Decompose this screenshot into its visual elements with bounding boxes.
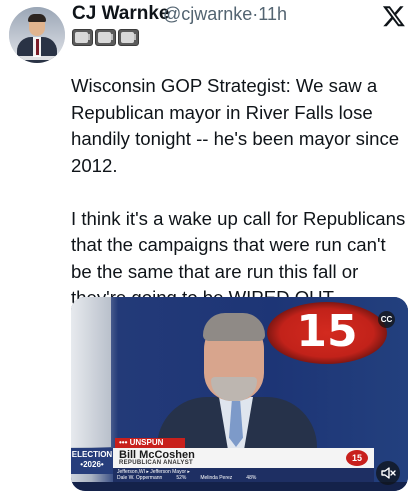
tv-icon <box>95 29 116 46</box>
election-badge: ELECTION •2026• <box>71 448 113 474</box>
author-avatar[interactable] <box>9 7 65 63</box>
chyron-tag: ••• UNSPUN <box>115 438 185 448</box>
post-text: Wisconsin GOP Strategist: We saw a Repub… <box>71 75 406 308</box>
speaker-mute-icon[interactable] <box>376 461 400 485</box>
author-handle[interactable]: @cjwarnke <box>163 4 252 24</box>
emoji-row <box>72 29 139 46</box>
post-time[interactable]: 11h <box>258 4 287 24</box>
results-ticker: Jefferson,WI ▸ Jefferson Mayor ▸ Dale W.… <box>113 468 374 482</box>
video-player[interactable]: 15 CC ••• UNSPUN ELECTION •2026• Bill Mc… <box>71 297 408 491</box>
chyron-nameplate: Bill McCoshen REPUBLICAN ANALYST <box>113 448 344 468</box>
chyron-role: REPUBLICAN ANALYST <box>119 460 193 466</box>
chyron-station-logo: 15 <box>344 448 374 468</box>
x-logo-icon[interactable] <box>382 4 406 28</box>
closed-captions-icon[interactable]: CC <box>378 311 395 328</box>
tv-icon <box>72 29 93 46</box>
station-logo: 15 <box>267 302 387 364</box>
author-handle-row: @cjwarnke·11h <box>163 4 287 25</box>
tv-icon <box>118 29 139 46</box>
author-name[interactable]: CJ Warnke <box>72 3 170 25</box>
